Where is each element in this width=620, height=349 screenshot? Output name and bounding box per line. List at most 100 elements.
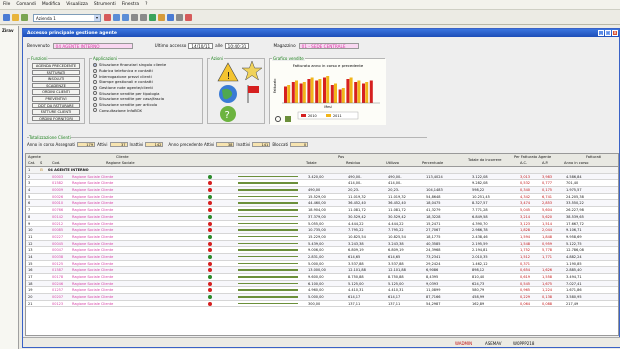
table-row[interactable]: 18 00246 Ragione Sociale Cliente 6.100,00 5.… [26, 280, 618, 288]
table-row[interactable]: 15 00125 Ragione Sociale Cliente 5.000,00 3.… [26, 261, 618, 268]
menu-3[interactable]: Visualizza [66, 2, 88, 7]
status-dot-icon [208, 295, 212, 300]
table-row[interactable]: 7 00766 Ragione Sociale Cliente 18.904,00 11… [26, 207, 618, 214]
help-icon[interactable] [167, 14, 174, 21]
close-icon[interactable]: × [612, 30, 618, 36]
col-anno-corso[interactable]: Anno in corso [564, 161, 589, 165]
edit-icon[interactable] [285, 116, 291, 122]
maximize-icon[interactable]: □ [605, 30, 611, 36]
cell-perc: 41,3279 [426, 208, 441, 213]
table-row[interactable]: 21 00123 Ragione Sociale Cliente 300,00 137,… [26, 301, 618, 308]
warning-icon[interactable]: ! [217, 62, 239, 82]
menu-1[interactable]: Comandi [16, 2, 36, 7]
forward-icon[interactable] [122, 14, 129, 21]
mail-icon[interactable] [158, 14, 165, 21]
new-icon[interactable] [3, 14, 10, 21]
table-row[interactable]: 5 00026 Ragione Sociale Cliente 15.529,00 11… [26, 194, 618, 201]
clients-grid[interactable]: Agente Cat. S Cod. Cliente Ragione Socia… [25, 153, 619, 336]
stop-icon[interactable] [104, 14, 111, 21]
copy-icon[interactable] [140, 14, 147, 21]
menu-2[interactable]: Modifica [42, 2, 60, 7]
col-code[interactable]: Cod. [52, 161, 60, 165]
chevron-down-icon[interactable]: ▾ [94, 14, 100, 21]
credit-bar [238, 175, 298, 178]
toolbar: Azienda 1 ▾ [0, 11, 620, 25]
radio-icon[interactable] [93, 102, 97, 107]
col-residuo[interactable]: Residuo [346, 161, 360, 165]
function-button-4[interactable]: ORDINI CLIENTI [32, 89, 80, 95]
menu-5[interactable]: Finestra [122, 2, 139, 7]
folder-icon[interactable] [12, 14, 19, 21]
cell-n: 20 [28, 295, 33, 300]
col-s[interactable]: S [40, 161, 42, 165]
cell-util: 614,65 [388, 254, 401, 259]
table-row[interactable]: 20 00207 Ragione Sociale Cliente 5.000,00 61… [26, 294, 618, 301]
table-row[interactable]: 13 00047 Ragione Sociale Cliente 9.006,00 6.… [26, 247, 618, 254]
col-cat[interactable]: Cat. [28, 161, 35, 165]
credit-bar [238, 202, 298, 204]
function-button-0[interactable]: AGENDA PRECEDENTE [32, 63, 80, 69]
table-row[interactable]: 9 00212 Ragione Sociale Cliente 5.055,00 4.4… [26, 221, 618, 228]
col-utilizzo[interactable]: Utilizzo [386, 161, 399, 165]
function-button-6[interactable]: DDT DA FATTURARE [32, 102, 80, 109]
table-row[interactable]: 19 01257 Ragione Sociale Cliente 4.960,00 4.… [26, 287, 618, 295]
refresh-icon[interactable] [21, 14, 28, 21]
col-ragione[interactable]: Ragione Sociale [106, 161, 135, 165]
table-row[interactable]: 3 01582 Ragione Sociale Cliente 414,00- 414,… [26, 180, 618, 188]
exit-icon[interactable] [185, 14, 192, 21]
table-row[interactable]: 11 00227 Ragione Sociale Cliente 15.229,00 1… [26, 234, 618, 241]
function-button-2[interactable]: INSOLUTI [32, 76, 80, 82]
col-perc[interactable]: Percentuale [422, 161, 443, 165]
col-ac[interactable]: A.C. [520, 161, 527, 165]
col-ap[interactable]: A.P. [542, 161, 548, 165]
menu-4[interactable]: Strumenti [94, 2, 116, 7]
cell-ac: 3,123 [520, 221, 531, 226]
col-agent[interactable]: Agente [28, 155, 41, 159]
settings-icon[interactable] [176, 14, 183, 21]
function-button-7[interactable]: FATTURE CLIENTI [32, 109, 80, 115]
table-row[interactable]: 2 00003 Ragione Sociale Cliente 3.420,00 490… [26, 173, 618, 181]
totals-title: Totalizzazione Clienti [29, 135, 71, 140]
radio-icon[interactable] [93, 85, 97, 90]
cell-code: 00010 [52, 201, 64, 206]
table-row[interactable]: 16 01587 Ragione Sociale Cliente 13.000,00 1… [26, 267, 618, 274]
menu-0[interactable]: File [3, 2, 10, 7]
print-icon[interactable] [131, 14, 138, 21]
table-row[interactable]: 12 00045 Ragione Sociale Cliente 5.439,00 3.… [26, 240, 618, 248]
radio-icon[interactable] [93, 79, 97, 84]
col-totale[interactable]: Totale [306, 161, 317, 165]
radio-icon[interactable] [93, 68, 97, 73]
chart-xlabel: Mesi [324, 105, 331, 109]
function-button-5[interactable]: PREVENTIVI [32, 95, 80, 102]
function-button-3[interactable]: SCADENZE [32, 82, 80, 89]
cell-res: 3.243,38 [348, 241, 364, 246]
flag-icon[interactable] [247, 85, 259, 103]
app-option-8[interactable]: Consultazione InfoBOX [93, 108, 200, 114]
radio-icon[interactable] [93, 91, 97, 96]
company-select[interactable]: Azienda 1 ▾ [33, 13, 101, 22]
globe-icon[interactable] [219, 85, 237, 103]
col-tot-incorso[interactable]: Totale da incorrere [468, 158, 501, 162]
function-button-1[interactable]: FATTURATI [32, 69, 80, 76]
table-row[interactable]: 4 00009 Ragione Sociale Cliente 490,00 20,23… [26, 187, 618, 194]
bar-2011-10 [357, 80, 361, 103]
star-icon[interactable] [241, 60, 263, 81]
table-row[interactable]: 6 00010 Ragione Sociale Cliente 44.460,00 36… [26, 200, 618, 208]
table-row[interactable]: 10 00085 Ragione Sociale Cliente 10.735,00 7… [26, 227, 618, 234]
help-icon[interactable]: ? [220, 106, 236, 122]
function-button-8[interactable]: ORDINI FORNITORI [32, 115, 80, 122]
menu-6[interactable]: ? [145, 2, 147, 7]
radio-icon[interactable] [93, 108, 97, 113]
excel-icon[interactable] [149, 14, 156, 21]
radio-icon[interactable] [93, 62, 97, 67]
table-row[interactable]: 14 00038 Ragione Sociale Cliente 2.831,00 61… [26, 253, 618, 261]
radio-icon[interactable] [93, 96, 97, 101]
zoom-icon[interactable] [275, 116, 281, 122]
radio-icon[interactable] [93, 74, 97, 79]
minimize-icon[interactable]: _ [598, 30, 604, 36]
group-expand-icon[interactable]: ⊟ [40, 168, 43, 172]
group-row[interactable]: 1 ⊟ 04 AGENTE INTERNO [26, 167, 618, 174]
table-row[interactable]: 8 00142 Ragione Sociale Cliente 37.379,00 30… [26, 213, 618, 221]
back-icon[interactable] [113, 14, 120, 21]
table-row[interactable]: 17 00178 Ragione Sociale Cliente 9.600,00 8.… [26, 274, 618, 281]
